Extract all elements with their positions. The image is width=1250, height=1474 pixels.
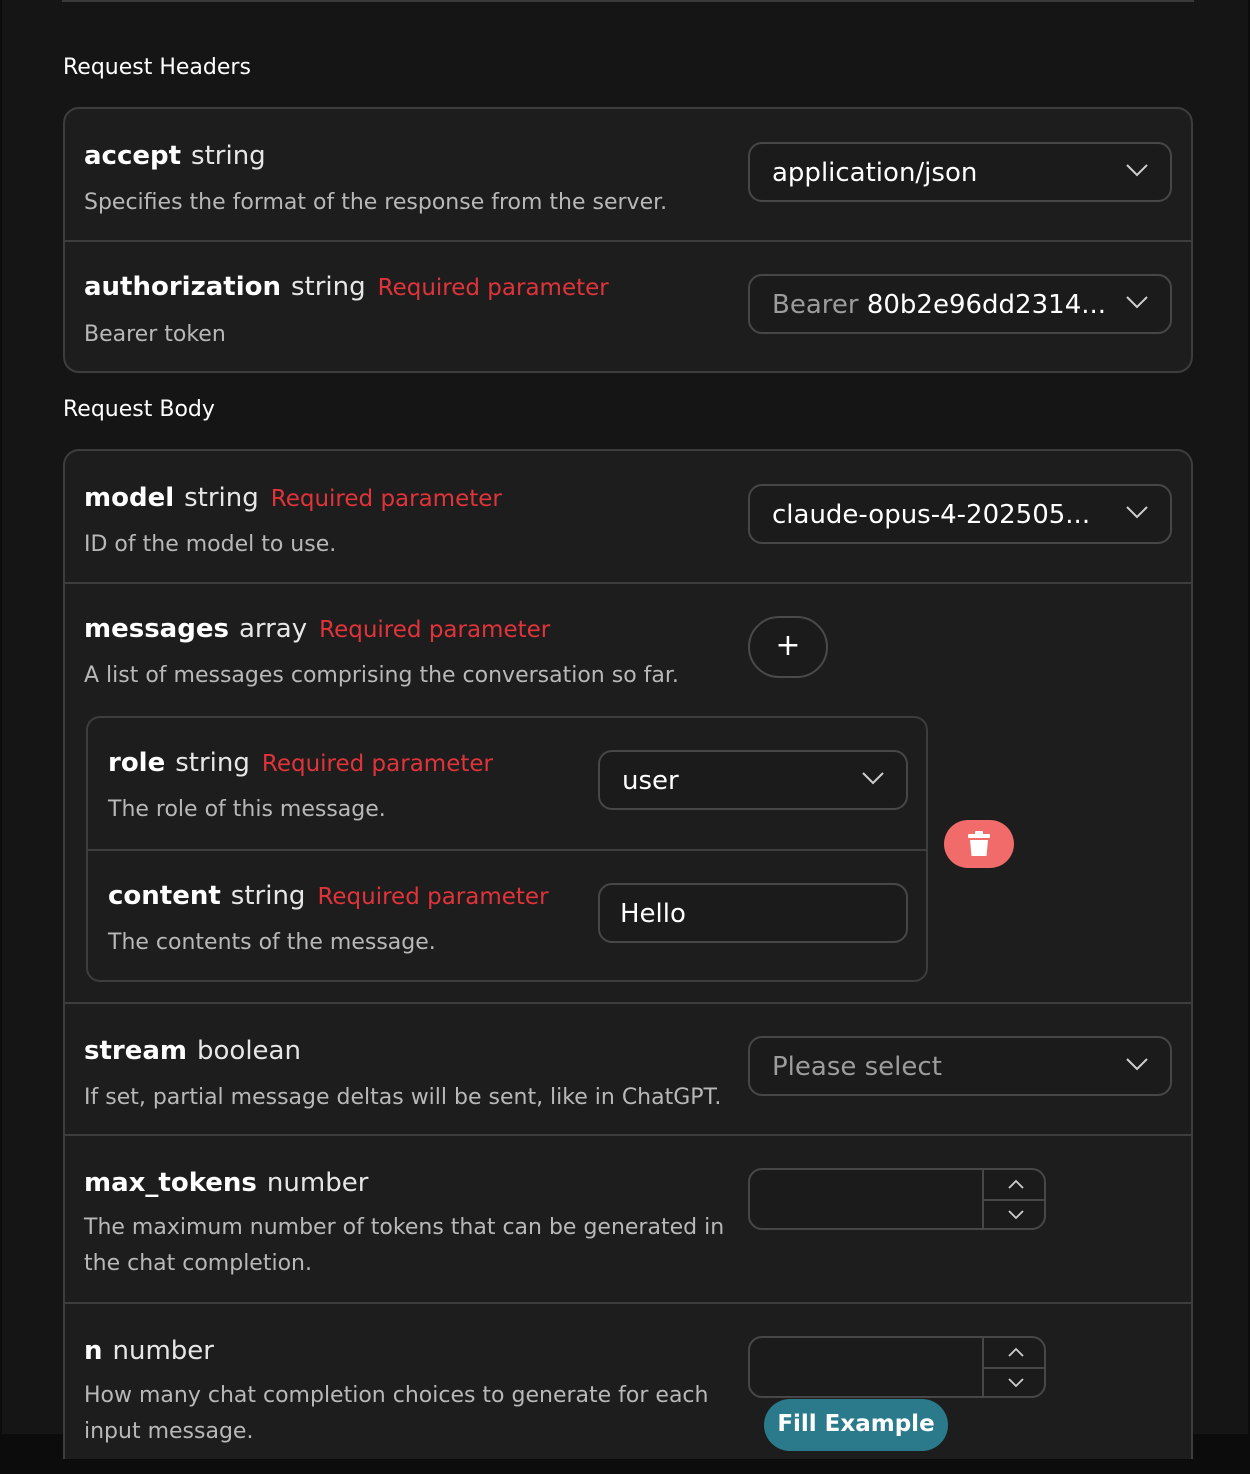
request-headers-card: accept string Specifies the format of the… [63, 107, 1193, 373]
top-divider [62, 0, 1194, 2]
delete-message-button[interactable] [944, 820, 1014, 868]
param-description: The role of this message. [108, 797, 386, 822]
param-description-line2: input message. [84, 1419, 254, 1444]
increment-button[interactable] [984, 1338, 1044, 1367]
chevron-down-icon [1008, 1378, 1024, 1388]
param-name: stream [84, 1036, 187, 1066]
chevron-down-icon [1126, 296, 1148, 309]
request-body-title: Request Body [63, 397, 215, 422]
param-type: string [184, 483, 259, 513]
param-description: If set, partial message deltas will be s… [84, 1085, 722, 1110]
required-label: Required parameter [319, 617, 551, 643]
chevron-down-icon [1126, 506, 1148, 519]
param-title: stream boolean [84, 1036, 301, 1066]
model-select[interactable]: claude-opus-4-202505... [748, 484, 1172, 544]
param-title: messages array Required parameter [84, 614, 550, 644]
trash-icon [968, 831, 990, 856]
param-row-role: role string Required parameter The role of… [88, 718, 926, 849]
param-name: messages [84, 614, 229, 644]
chevron-down-icon [1008, 1210, 1024, 1220]
request-body-card: model string Required parameter ID of the … [63, 449, 1193, 1459]
param-name: model [84, 483, 175, 513]
param-description-line1: The maximum number of tokens that can be… [84, 1215, 725, 1240]
decrement-button[interactable] [984, 1201, 1044, 1230]
required-label: Required parameter [317, 884, 549, 910]
param-type: number [112, 1336, 214, 1366]
n-stepper[interactable] [748, 1336, 1046, 1398]
select-value: application/json [772, 158, 978, 188]
param-description-line2: the chat completion. [84, 1251, 312, 1276]
page-frame: Request Headers accept string Specifies t… [2, 0, 1248, 1459]
param-name: role [108, 748, 166, 778]
param-title: content string Required parameter [108, 881, 549, 911]
param-name: content [108, 881, 221, 911]
plus-icon: + [775, 628, 801, 663]
content-input[interactable]: Hello [598, 883, 908, 943]
bearer-prefix: Bearer [772, 290, 859, 320]
param-description: ID of the model to use. [84, 532, 337, 557]
chevron-up-icon [1008, 1179, 1024, 1189]
param-title: max_tokens number [84, 1168, 368, 1198]
param-name: n [84, 1336, 103, 1366]
param-name: authorization [84, 272, 281, 302]
param-type: string [191, 141, 266, 171]
accept-select[interactable]: application/json [748, 142, 1172, 202]
param-title: role string Required parameter [108, 748, 493, 778]
required-label: Required parameter [377, 275, 609, 301]
add-message-button[interactable]: + [748, 616, 828, 678]
required-label: Required parameter [261, 751, 493, 777]
param-description: A list of messages comprising the conver… [84, 663, 679, 688]
max-tokens-stepper[interactable] [748, 1168, 1046, 1230]
param-description: The contents of the message. [108, 930, 436, 955]
param-row-stream: stream boolean If set, partial message de… [65, 1002, 1191, 1136]
role-select[interactable]: user [598, 750, 908, 810]
param-type: string [290, 272, 366, 302]
chevron-down-icon [1126, 164, 1148, 177]
param-title: accept string [84, 141, 266, 171]
param-type: boolean [197, 1036, 301, 1066]
authorization-select[interactable]: Bearer 80b2e96dd2314... [748, 274, 1172, 334]
fill-example-button[interactable]: Fill Example [764, 1399, 948, 1451]
token-value: 80b2e96dd2314... [866, 290, 1107, 320]
param-type: string [175, 748, 250, 778]
chevron-down-icon [1126, 1058, 1148, 1071]
param-row-accept: accept string Specifies the format of the… [65, 109, 1191, 240]
param-description: Specifies the format of the response fro… [84, 190, 668, 215]
message-item: role string Required parameter The role of… [86, 716, 928, 982]
param-row-messages: messages array Required parameter A list o… [65, 582, 1191, 1004]
param-row-model: model string Required parameter ID of the … [65, 451, 1191, 582]
chevron-down-icon [862, 772, 884, 785]
param-type: number [266, 1168, 369, 1198]
param-title: n number [84, 1336, 214, 1366]
param-row-n: n number How many chat completion choices… [65, 1302, 1191, 1474]
param-row-content: content string Required parameter The cont… [88, 849, 926, 982]
select-value: claude-opus-4-202505... [772, 500, 1091, 530]
increment-button[interactable] [984, 1170, 1044, 1199]
stream-select[interactable]: Please select [748, 1036, 1172, 1096]
param-row-authorization: authorization string Required parameter Be… [65, 240, 1191, 373]
select-value: user [622, 766, 679, 796]
input-value: Hello [620, 899, 686, 929]
param-title: model string Required parameter [84, 483, 502, 513]
param-type: string [230, 881, 306, 911]
select-value: Bearer 80b2e96dd2314... [772, 290, 1106, 320]
decrement-button[interactable] [984, 1369, 1044, 1398]
select-placeholder: Please select [772, 1052, 942, 1082]
param-name: accept [84, 141, 182, 171]
param-title: authorization string Required parameter [84, 272, 609, 302]
request-headers-title: Request Headers [63, 55, 251, 80]
param-description-line1: How many chat completion choices to gene… [84, 1383, 709, 1408]
param-description: Bearer token [84, 322, 226, 347]
param-type: array [238, 614, 308, 644]
chevron-up-icon [1008, 1347, 1024, 1357]
required-label: Required parameter [270, 486, 502, 512]
param-name: max_tokens [84, 1168, 257, 1198]
param-row-max-tokens: max_tokens number The maximum number of t… [65, 1134, 1191, 1304]
